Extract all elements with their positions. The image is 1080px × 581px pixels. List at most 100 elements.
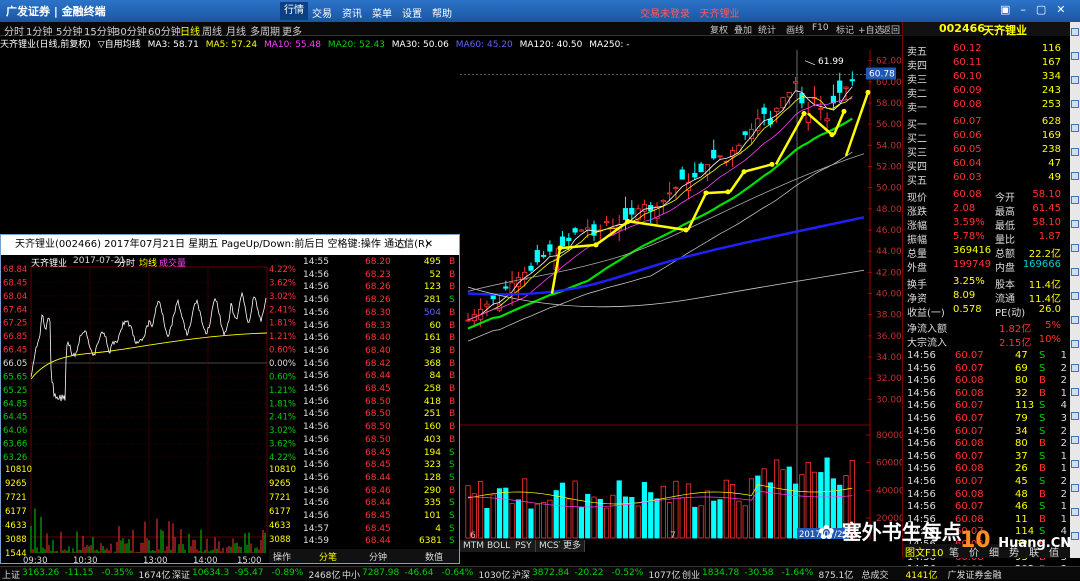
side-tool-icon[interactable] xyxy=(1071,484,1079,492)
side-tool-icon[interactable] xyxy=(1071,76,1079,84)
side-tool-icon[interactable] xyxy=(1071,436,1079,444)
menu-0[interactable]: 行情 xyxy=(280,2,308,20)
index-value: 3163.26 xyxy=(22,568,60,578)
timeframe-6[interactable]: 日线 xyxy=(180,23,200,38)
volume-bar xyxy=(685,483,692,539)
popup-tick-row: 14:56 68.46 290 B xyxy=(301,486,459,499)
timeframe-5[interactable]: 60分钟 xyxy=(148,23,181,38)
side-tool-icon[interactable] xyxy=(1071,244,1079,252)
stat-label: 收益(一) xyxy=(907,308,945,319)
timeframe-9[interactable]: 多周期 xyxy=(250,23,280,38)
stat-value2: 58.10 xyxy=(1032,189,1061,200)
popup-pct-label: 0.60% xyxy=(269,346,296,356)
side-tool-icon[interactable] xyxy=(1071,28,1079,36)
stat-value: 60.08 xyxy=(953,189,982,200)
side-tool-icon[interactable] xyxy=(1071,340,1079,348)
timeframe-7[interactable]: 周线 xyxy=(202,23,222,38)
ask-price: 60.09 xyxy=(953,85,982,96)
menu-2[interactable]: 资讯 xyxy=(342,5,362,20)
tick-side: S xyxy=(449,498,455,509)
tick-side: S xyxy=(1039,350,1046,361)
side-tool-icon[interactable] xyxy=(1071,316,1079,324)
window-controls[interactable]: ▣–▢✕ xyxy=(1000,3,1076,16)
side-tool-icon[interactable] xyxy=(1071,412,1079,420)
login-notice[interactable]: 交易未登录 天齐锂业 xyxy=(640,5,740,20)
popup-tab-0[interactable]: 操作 xyxy=(273,550,291,563)
side-tool-icon[interactable] xyxy=(1071,460,1079,468)
toolbar-btn-3[interactable]: 画线 xyxy=(786,23,804,36)
tick-price: 68.23 xyxy=(365,269,391,280)
intraday-popup: 天齐锂业(002466) 2017年07月21日 星期五 PageUp/Down… xyxy=(0,234,460,564)
side-tool-icon[interactable] xyxy=(1071,196,1079,204)
tick-count: 2 xyxy=(1060,362,1067,374)
tick-vol: 32 xyxy=(1015,387,1028,399)
popup-window-controls[interactable]: –▢✕ xyxy=(374,235,451,255)
timeframe-3[interactable]: 15分钟 xyxy=(84,23,117,38)
menu-1[interactable]: 交易 xyxy=(312,5,332,20)
volume-bar xyxy=(616,480,622,539)
side-tool-icon[interactable] xyxy=(1071,364,1079,372)
side-tool-icon[interactable] xyxy=(1071,52,1079,60)
tick-price: 60.07 xyxy=(955,350,984,361)
candle xyxy=(679,169,685,180)
timeframe-2[interactable]: 5分钟 xyxy=(56,23,82,38)
stat-row: 净资 8.09 流通 11.4亿 xyxy=(903,290,1071,305)
volume-bar xyxy=(484,508,490,539)
stat-label: 涨跌 xyxy=(907,207,927,218)
side-tool-icon[interactable] xyxy=(1071,292,1079,300)
side-tool-icon[interactable] xyxy=(1071,508,1079,516)
menu-3[interactable]: 菜单 xyxy=(372,5,392,20)
popup-price-label: 68.04 xyxy=(3,292,27,302)
toolbar-btn-6[interactable]: +自选 xyxy=(858,23,884,36)
toolbar-btn-1[interactable]: 叠加 xyxy=(734,23,752,36)
tick-side: B xyxy=(449,320,456,331)
menu-4[interactable]: 设置 xyxy=(402,5,422,20)
timeframe-8[interactable]: 月线 xyxy=(226,23,246,38)
tick-price: 60.07 xyxy=(955,413,984,424)
timeframe-10[interactable]: 更多 xyxy=(282,23,302,38)
toolbar-btn-2[interactable]: 统计 xyxy=(758,23,776,36)
side-tool-icon[interactable] xyxy=(1071,172,1079,180)
flow-label: 净流入额 xyxy=(907,324,947,335)
subtab-psy[interactable]: PSY xyxy=(512,540,536,552)
side-tool-icon[interactable] xyxy=(1071,124,1079,132)
tick-side: B xyxy=(1039,375,1046,387)
index-value: 10634.3 xyxy=(192,568,230,578)
tick-side: S xyxy=(449,523,455,534)
toolbar-btn-5[interactable]: 标记 xyxy=(836,23,854,36)
side-tool-icon[interactable] xyxy=(1071,148,1079,156)
toolbar-btn-4[interactable]: F10 xyxy=(812,23,829,33)
ask-row: 卖四 60.11 167 xyxy=(903,57,1071,72)
side-tool-icon[interactable] xyxy=(1071,388,1079,396)
toolbar-btn-0[interactable]: 复权 xyxy=(710,23,728,36)
formula-name[interactable]: ▽自用均线 xyxy=(98,40,141,50)
side-tool-icon[interactable] xyxy=(1071,100,1079,108)
popup-tab-3[interactable]: 数值 xyxy=(425,550,443,563)
candle xyxy=(667,192,673,195)
subtab-更多[interactable]: 更多 xyxy=(560,540,586,552)
popup-tab-1[interactable]: 分笔 xyxy=(319,550,337,563)
popup-tab-2[interactable]: 分钟 xyxy=(369,550,387,563)
side-tool-icon[interactable] xyxy=(1071,532,1079,540)
timeframe-4[interactable]: 30分钟 xyxy=(114,23,147,38)
timeframe-0[interactable]: 分时 xyxy=(4,23,24,38)
tick-time: 14:59 xyxy=(303,536,329,547)
popup-title-bar[interactable]: 天齐锂业(002466) 2017年07月21日 星期五 PageUp/Down… xyxy=(1,235,459,255)
bid-price: 60.05 xyxy=(953,144,982,155)
quote-tab-1[interactable]: 笔 xyxy=(949,544,959,559)
popup-tick-row: 14:56 68.50 418 B xyxy=(301,397,459,410)
tick-count: 2 xyxy=(1060,488,1067,500)
intraday-chart[interactable]: 68.84 68.45 68.04 67.64 67.25 66.85 66.45 66.05… xyxy=(1,257,301,563)
popup-pct-label: 0.60% xyxy=(269,372,296,382)
side-tool-icon[interactable] xyxy=(1071,268,1079,276)
quote-tab-0[interactable]: 图文F10 xyxy=(905,544,943,559)
popup-title: 天齐锂业(002466) 2017年07月21日 星期五 PageUp/Down… xyxy=(15,239,429,250)
toolbar-btn-7[interactable]: 返回 xyxy=(882,23,900,36)
stat-value: 2.08 xyxy=(953,203,976,214)
side-tool-icon[interactable] xyxy=(1071,220,1079,228)
subtab-boll[interactable]: BOLL xyxy=(484,540,515,552)
timeframe-1[interactable]: 1分钟 xyxy=(26,23,52,38)
menu-5[interactable]: 帮助 xyxy=(432,5,452,20)
right-toolbar[interactable] xyxy=(1070,22,1080,558)
tick-time: 14:56 xyxy=(907,438,936,450)
